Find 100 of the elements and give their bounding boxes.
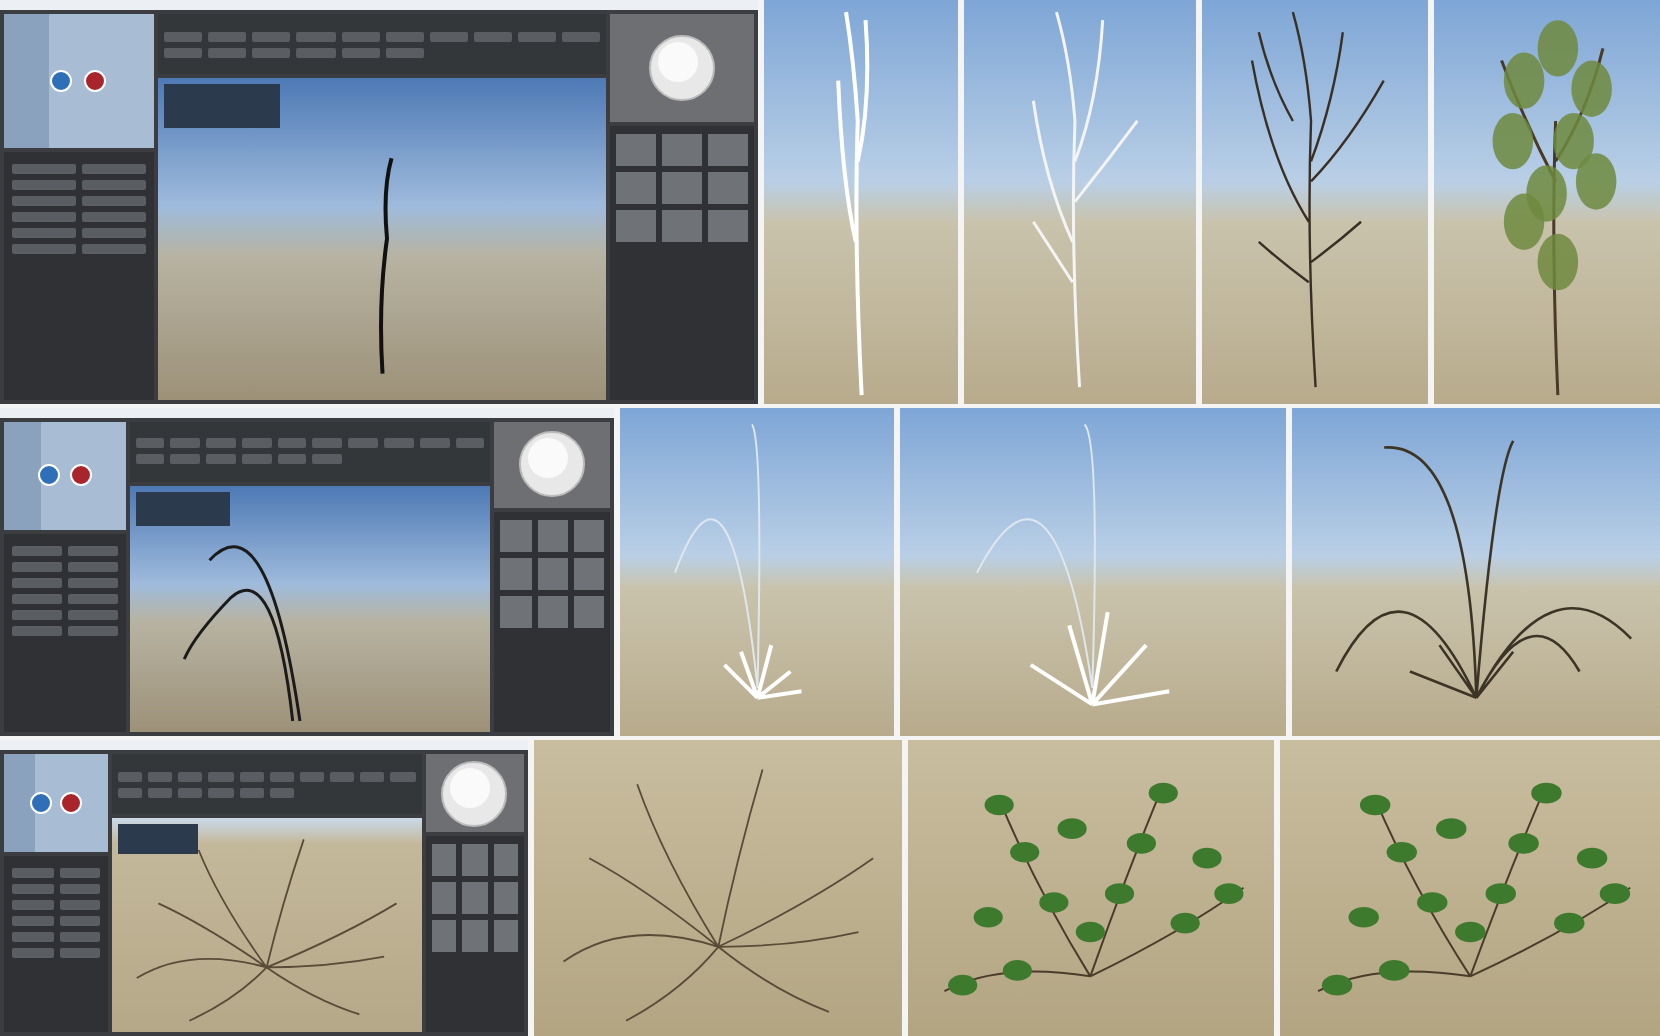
toolbar-button[interactable] bbox=[419, 438, 450, 449]
texture-slot[interactable] bbox=[462, 920, 488, 953]
panel-button[interactable] bbox=[12, 212, 76, 223]
toolbar-button[interactable] bbox=[269, 787, 294, 798]
toolbar-button[interactable] bbox=[473, 31, 513, 41]
panel-button[interactable] bbox=[67, 578, 118, 589]
toolbar-button[interactable] bbox=[208, 771, 234, 782]
texture-slot[interactable] bbox=[662, 209, 702, 242]
texture-slot[interactable] bbox=[493, 920, 519, 953]
panel-button[interactable] bbox=[81, 180, 146, 191]
toolbar-button[interactable] bbox=[163, 47, 203, 57]
texture-slot[interactable] bbox=[573, 596, 604, 629]
toolbar-button[interactable] bbox=[429, 31, 468, 41]
panel-button[interactable] bbox=[81, 164, 146, 175]
toolbar-button[interactable] bbox=[299, 771, 325, 782]
texture-slot[interactable] bbox=[537, 596, 568, 629]
toolbar-button[interactable] bbox=[269, 771, 294, 782]
toolbar-button[interactable] bbox=[562, 31, 601, 41]
texture-slot[interactable] bbox=[616, 133, 657, 166]
texture-slot[interactable] bbox=[431, 882, 457, 915]
toolbar-button[interactable] bbox=[330, 771, 355, 782]
panel-button[interactable] bbox=[59, 883, 100, 894]
panel-button[interactable] bbox=[12, 899, 53, 910]
panel-button[interactable] bbox=[12, 244, 76, 255]
toolbar-button[interactable] bbox=[241, 438, 272, 449]
panel-button[interactable] bbox=[81, 196, 146, 207]
texture-slot[interactable] bbox=[616, 171, 657, 204]
panel-button[interactable] bbox=[12, 626, 62, 637]
toolbar-button[interactable] bbox=[296, 31, 336, 41]
texture-slot[interactable] bbox=[500, 558, 532, 591]
panel-button[interactable] bbox=[12, 867, 53, 878]
panel-button[interactable] bbox=[12, 196, 76, 207]
toolbar-button[interactable] bbox=[206, 454, 236, 465]
texture-slot[interactable] bbox=[493, 882, 519, 915]
texture-slot[interactable] bbox=[707, 133, 748, 166]
panel-button[interactable] bbox=[67, 626, 118, 637]
panel-button[interactable] bbox=[12, 180, 76, 191]
texture-slot[interactable] bbox=[616, 209, 657, 242]
panel-button[interactable] bbox=[67, 546, 118, 557]
toolbar-button[interactable] bbox=[148, 771, 173, 782]
toolbar-button[interactable] bbox=[163, 31, 203, 41]
toolbar-button[interactable] bbox=[277, 454, 307, 465]
texture-slot[interactable] bbox=[431, 920, 457, 953]
toolbar-button[interactable] bbox=[385, 31, 424, 41]
toolbar-button[interactable] bbox=[241, 454, 272, 465]
toolbar-button[interactable] bbox=[385, 47, 424, 57]
panel-button[interactable] bbox=[12, 578, 62, 589]
toolbar-button[interactable] bbox=[206, 438, 236, 449]
texture-slot[interactable] bbox=[573, 520, 604, 553]
texture-slot[interactable] bbox=[431, 844, 457, 877]
toolbar-button[interactable] bbox=[360, 771, 385, 782]
panel-button[interactable] bbox=[12, 915, 53, 926]
toolbar-button[interactable] bbox=[135, 454, 165, 465]
toolbar-button[interactable] bbox=[170, 438, 201, 449]
texture-slot[interactable] bbox=[500, 520, 532, 553]
panel-button[interactable] bbox=[59, 867, 100, 878]
texture-slot[interactable] bbox=[537, 520, 568, 553]
panel-button[interactable] bbox=[12, 546, 62, 557]
panel-button[interactable] bbox=[81, 244, 146, 255]
toolbar-button[interactable] bbox=[135, 438, 165, 449]
texture-slot[interactable] bbox=[707, 171, 748, 204]
toolbar-button[interactable] bbox=[518, 31, 557, 41]
panel-button[interactable] bbox=[12, 610, 62, 621]
texture-slot[interactable] bbox=[707, 209, 748, 242]
panel-button[interactable] bbox=[12, 594, 62, 605]
toolbar-button[interactable] bbox=[384, 438, 414, 449]
toolbar-button[interactable] bbox=[312, 454, 343, 465]
toolbar-button[interactable] bbox=[208, 47, 247, 57]
panel-button[interactable] bbox=[12, 562, 62, 573]
toolbar-button[interactable] bbox=[277, 438, 307, 449]
panel-button[interactable] bbox=[67, 610, 118, 621]
panel-button[interactable] bbox=[81, 212, 146, 223]
panel-button[interactable] bbox=[12, 164, 76, 175]
texture-slot[interactable] bbox=[662, 133, 702, 166]
panel-button[interactable] bbox=[67, 562, 118, 573]
panel-button[interactable] bbox=[59, 899, 100, 910]
texture-slot[interactable] bbox=[462, 844, 488, 877]
texture-slot[interactable] bbox=[500, 596, 532, 629]
texture-slot[interactable] bbox=[462, 882, 488, 915]
toolbar-button[interactable] bbox=[148, 787, 173, 798]
panel-button[interactable] bbox=[12, 931, 53, 942]
toolbar-button[interactable] bbox=[239, 787, 264, 798]
panel-button[interactable] bbox=[12, 228, 76, 239]
panel-button[interactable] bbox=[12, 883, 53, 894]
texture-slot[interactable] bbox=[662, 171, 702, 204]
texture-slot[interactable] bbox=[493, 844, 519, 877]
panel-button[interactable] bbox=[67, 594, 118, 605]
toolbar-button[interactable] bbox=[118, 771, 143, 782]
toolbar-button[interactable] bbox=[118, 787, 143, 798]
toolbar-button[interactable] bbox=[348, 438, 378, 449]
toolbar-button[interactable] bbox=[455, 438, 485, 449]
toolbar-button[interactable] bbox=[390, 771, 416, 782]
panel-button[interactable] bbox=[81, 228, 146, 239]
panel-button[interactable] bbox=[59, 915, 100, 926]
toolbar-button[interactable] bbox=[208, 787, 234, 798]
toolbar-button[interactable] bbox=[341, 31, 380, 41]
panel-button[interactable] bbox=[12, 947, 53, 958]
panel-button[interactable] bbox=[59, 947, 100, 958]
panel-button[interactable] bbox=[59, 931, 100, 942]
toolbar-button[interactable] bbox=[208, 31, 247, 41]
